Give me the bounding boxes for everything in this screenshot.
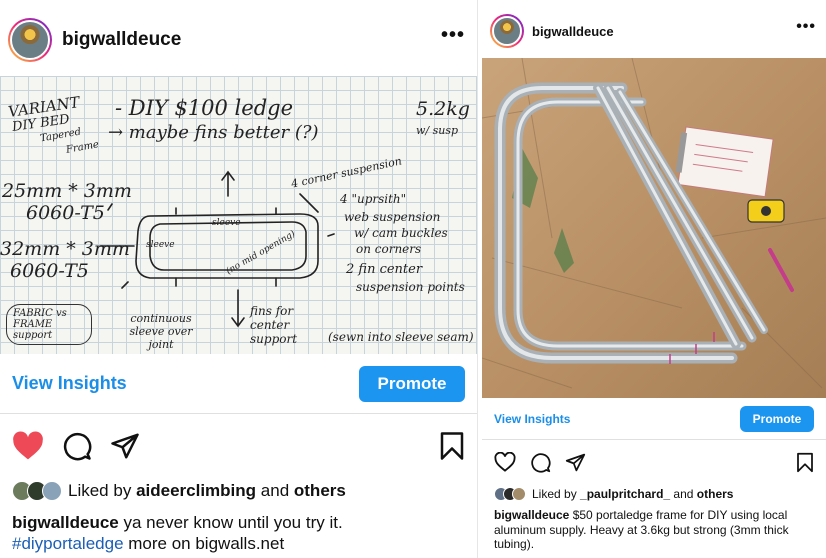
post-right: bigwalldeuce ••• View Insights Promote L… [482, 0, 826, 558]
portaledge-frame-photo [482, 58, 826, 389]
heart-outline-icon[interactable] [494, 452, 516, 472]
username[interactable]: bigwalldeuce [62, 29, 181, 51]
caption-text: ya never know until you try it. [123, 513, 343, 532]
view-insights-link[interactable]: View Insights [12, 373, 127, 394]
avatar[interactable] [490, 14, 524, 48]
bookmark-icon[interactable] [796, 452, 814, 473]
comment-icon[interactable] [62, 431, 92, 461]
liked-by-and: and [673, 487, 694, 501]
promote-button[interactable]: Promote [740, 405, 814, 432]
comment-icon[interactable] [530, 452, 551, 473]
liked-by-prefix: Liked by [68, 481, 132, 500]
liked-by-others[interactable]: others [697, 487, 734, 501]
insights-row: View Insights Promote [482, 398, 826, 440]
likes-row: Liked by aideerclimbing and others [12, 478, 467, 504]
action-bar [0, 428, 477, 464]
avatar[interactable] [8, 18, 52, 62]
post-header: bigwalldeuce ••• [482, 10, 826, 52]
promote-button[interactable]: Promote [359, 365, 465, 402]
caption: bigwalldeuce ya never know until you try… [12, 513, 467, 554]
action-bar [482, 450, 826, 474]
more-icon[interactable]: ••• [441, 24, 465, 47]
post-left: bigwalldeuce ••• VARIANT DIY BED Tapered… [0, 0, 478, 558]
caption: bigwalldeuce $50 portaledge frame for DI… [494, 508, 816, 552]
liked-by-user[interactable]: _paulpritchard_ [580, 487, 670, 501]
liker-avatars[interactable] [494, 487, 526, 501]
share-icon[interactable] [110, 431, 140, 461]
liked-by-and: and [260, 481, 290, 500]
insights-row: View Insights Promote [0, 354, 477, 414]
liked-by-prefix: Liked by [532, 487, 577, 501]
liked-by-others[interactable]: others [294, 481, 346, 501]
post-image-frame[interactable] [482, 58, 826, 398]
caption-username[interactable]: bigwalldeuce [494, 508, 569, 522]
heart-icon[interactable] [12, 431, 44, 461]
bookmark-icon[interactable] [439, 431, 465, 461]
caption-username[interactable]: bigwalldeuce [12, 513, 119, 532]
view-insights-link[interactable]: View Insights [494, 412, 570, 426]
sketch-drawing [99, 170, 335, 328]
caption-text: more on bigwalls.net [128, 533, 285, 553]
avatar [42, 481, 62, 501]
share-icon[interactable] [565, 452, 586, 473]
post-image-sketch[interactable]: VARIANT DIY BED Tapered Frame - DIY $100… [0, 76, 477, 354]
hashtag-link[interactable]: #diyportaledge [12, 534, 124, 553]
avatar [512, 487, 526, 501]
likes-row: Liked by _paulpritchard_ and others [494, 484, 816, 504]
post-header: bigwalldeuce ••• [0, 12, 477, 68]
more-icon[interactable]: ••• [796, 18, 816, 36]
liker-avatars[interactable] [12, 481, 62, 501]
liked-by-user[interactable]: aideerclimbing [136, 481, 256, 501]
username[interactable]: bigwalldeuce [532, 24, 614, 39]
